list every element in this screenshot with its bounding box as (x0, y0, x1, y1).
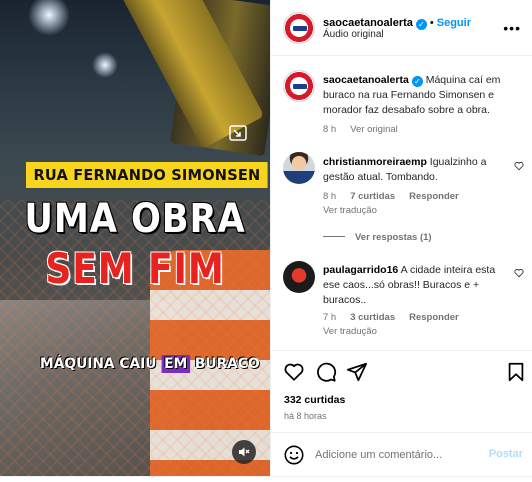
post-media-video[interactable]: RUA FERNANDO SIMONSEN UMA OBRA SEM FIM M… (0, 0, 270, 476)
mute-button[interactable] (232, 440, 256, 464)
post-time-ago: há 8 horas (284, 411, 327, 421)
bottom-edge (0, 476, 532, 482)
video-caption-highlight: EM (161, 355, 191, 373)
comment-composer: Postar (271, 432, 532, 476)
heart-icon[interactable] (283, 361, 305, 383)
post-side-panel: saocaetanoalerta ✓ • Seguir Áudio original … (270, 0, 532, 476)
likes-count[interactable]: 332 curtidas (284, 394, 345, 406)
reply-button[interactable]: Responder (409, 191, 459, 202)
video-caption: MÁQUINA CAIU EM BURACO (40, 355, 260, 373)
see-translation-link[interactable]: Ver tradução (323, 205, 377, 216)
post-header: saocaetanoalerta ✓ • Seguir Áudio original … (271, 0, 532, 56)
video-caption-part: MÁQUINA CAIU (40, 356, 162, 372)
header-username[interactable]: saocaetanoalerta (323, 17, 413, 29)
comment-time: 8 h (323, 191, 337, 202)
street-light (92, 52, 118, 78)
comment-meta: 8 h 7 curtidas Responder (323, 191, 473, 202)
separator-dot: • (429, 17, 434, 29)
comment-like-heart-icon[interactable] (514, 161, 524, 171)
comment-username[interactable]: paulagarrido16 (323, 264, 398, 276)
comment-like-heart-icon[interactable] (514, 268, 524, 278)
comment: christianmoreiraemp Igualzinho a gestão … (323, 155, 511, 185)
video-caption-part: BURACO (190, 356, 260, 372)
verified-badge-icon: ✓ (415, 19, 427, 30)
reply-button[interactable]: Responder (409, 312, 459, 323)
comment-time: 7 h (323, 312, 337, 323)
see-original-link[interactable]: Ver original (350, 124, 398, 135)
comment-likes[interactable]: 3 curtidas (350, 312, 395, 323)
caption-username[interactable]: saocaetanoalerta (323, 74, 409, 86)
caption-meta: 8 h Ver original (323, 124, 412, 135)
comment-username[interactable]: christianmoreiraemp (323, 156, 427, 168)
see-translation-link[interactable]: Ver tradução (323, 326, 377, 337)
comment: paulagarrido16 A cidade inteira esta ese… (323, 263, 511, 308)
video-title-tag: RUA FERNANDO SIMONSEN (26, 162, 268, 188)
avatar[interactable] (283, 70, 315, 102)
avatar[interactable] (283, 261, 315, 293)
pip-icon[interactable] (229, 125, 247, 141)
comment-icon[interactable] (315, 361, 337, 383)
follow-button[interactable]: Seguir (437, 17, 471, 29)
comment-input[interactable] (315, 445, 485, 465)
audio-label[interactable]: Áudio original (323, 29, 384, 40)
caption-time: 8 h (323, 124, 337, 135)
comment-meta: 7 h 3 curtidas Responder (323, 312, 473, 323)
avatar[interactable] (283, 152, 315, 184)
more-options-icon[interactable]: ••• (503, 20, 521, 36)
emoji-icon[interactable] (283, 444, 305, 466)
video-headline-line1: UMA OBRA (24, 196, 246, 242)
post-caption: saocaetanoalerta ✓ Máquina caí em buraco … (323, 73, 523, 118)
view-replies-button[interactable]: Ver respostas (1) (323, 232, 432, 243)
verified-badge-icon: ✓ (411, 76, 423, 87)
comment-likes[interactable]: 7 curtidas (350, 191, 395, 202)
bookmark-icon[interactable] (505, 361, 527, 383)
share-icon[interactable] (346, 361, 368, 383)
speaker-muted-icon (239, 447, 250, 457)
post-comment-button[interactable]: Postar (489, 448, 523, 460)
video-headline-line2: SEM FIM (45, 244, 225, 293)
street-light (28, 0, 70, 36)
avatar[interactable] (283, 12, 315, 44)
